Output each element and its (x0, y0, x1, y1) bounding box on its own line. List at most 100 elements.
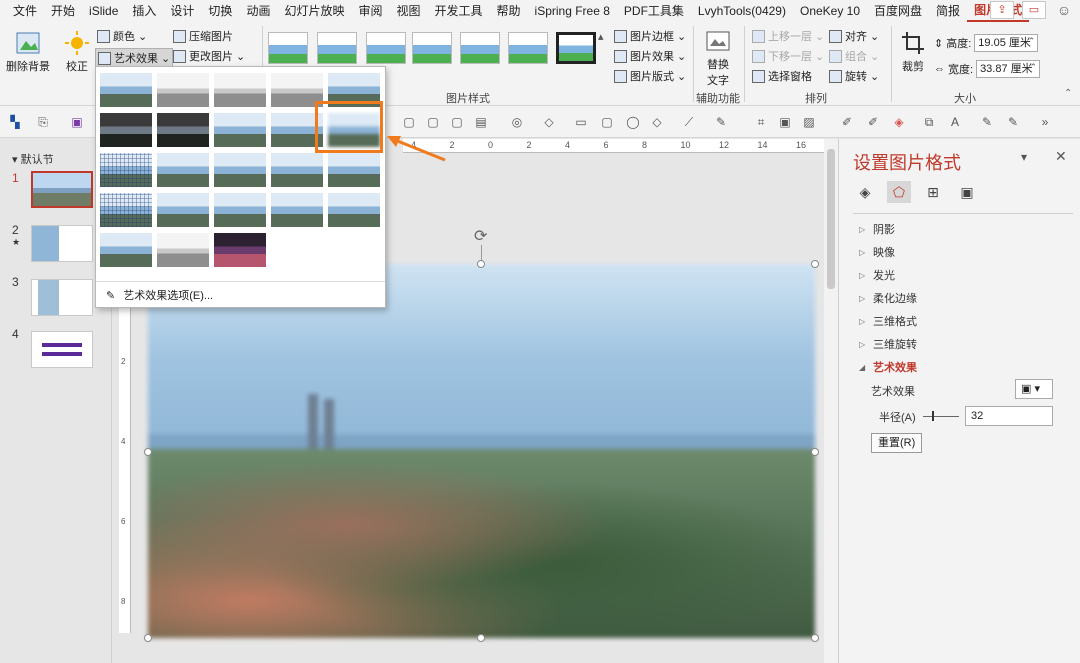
align-button[interactable]: 对齐 ⌄ (829, 28, 879, 44)
resize-handle-bottom-left[interactable] (144, 634, 152, 642)
feedback-smile-icon[interactable]: ☺ (1054, 1, 1074, 19)
size-properties-icon[interactable]: ⊞ (921, 181, 945, 203)
tab-14[interactable]: LvyhTools(0429) (691, 0, 793, 22)
scrollbar-thumb[interactable] (827, 149, 835, 289)
picture-style-7[interactable] (556, 32, 596, 64)
slide-thumbnail-4[interactable] (31, 331, 93, 368)
picture-style-4[interactable] (412, 32, 452, 64)
tab-2[interactable]: iSlide (82, 0, 125, 22)
resize-handle-bottom-right[interactable] (811, 634, 819, 642)
pane-options-icon[interactable]: ▾ (1021, 150, 1027, 164)
share-icon[interactable]: ⇪ (990, 1, 1014, 19)
vertical-scrollbar[interactable] (824, 139, 838, 663)
crop-tool-icon[interactable]: ⌗ (752, 113, 770, 131)
resize-handle-bottom[interactable] (477, 634, 485, 642)
group-button[interactable]: 组合 ⌄ (829, 48, 879, 64)
rotate-button[interactable]: 旋转 ⌄ (829, 68, 879, 84)
tab-4[interactable]: 设计 (163, 0, 201, 22)
artistic-effect-picker[interactable]: ▣ ▾ (1015, 379, 1053, 399)
effect-glow-edges[interactable] (214, 233, 266, 267)
arrange-icon-1[interactable]: ▢ (400, 113, 418, 131)
tab-13[interactable]: PDF工具集 (617, 0, 691, 22)
pen-icon[interactable]: ✎ (978, 113, 996, 131)
arrange-icon-3[interactable]: ▢ (448, 113, 466, 131)
tab-17[interactable]: 简报 (929, 0, 967, 22)
picture-style-6[interactable] (508, 32, 548, 64)
collapse-ribbon-icon[interactable]: ⌃ (1064, 88, 1072, 99)
picture-layout-button[interactable]: 图片版式 ⌄ (614, 68, 686, 84)
line-icon[interactable]: ⟋ (680, 113, 698, 131)
section-3d-format[interactable]: ▷ 三维格式 (859, 313, 917, 329)
resize-handle-left[interactable] (144, 448, 152, 456)
radius-slider[interactable] (923, 416, 959, 417)
picture-frame-icon[interactable]: ▨ (800, 113, 818, 131)
shapes-icon[interactable]: ◇ (648, 113, 666, 131)
width-input[interactable]: 33.87 厘米 (976, 59, 1041, 78)
tab-1[interactable]: 开始 (44, 0, 82, 22)
reset-button[interactable]: 重置(R) (871, 433, 923, 453)
tab-15[interactable]: OneKey 10 (793, 0, 867, 22)
section-artistic-effects[interactable]: ◢ 艺术效果 (859, 359, 917, 375)
tab-0[interactable]: 文件 (6, 0, 44, 22)
artistic-effects-options[interactable]: ✎ 艺术效果选项(E)... (106, 287, 213, 303)
effect-watercolor-sponge[interactable] (157, 233, 209, 267)
compress-button[interactable]: 压缩图片 (173, 28, 233, 44)
radius-slider-thumb[interactable] (932, 411, 934, 421)
picture-icon[interactable]: ▣ (955, 181, 979, 203)
tab-8[interactable]: 审阅 (351, 0, 389, 22)
slide-thumbnail-3[interactable] (31, 279, 93, 316)
resize-handle-top[interactable] (477, 260, 485, 268)
tab-16[interactable]: 百度网盘 (867, 0, 929, 22)
section-reflection[interactable]: ▷ 映像 (859, 244, 895, 260)
effect-paint-brush[interactable] (157, 153, 209, 187)
effect-film-grain[interactable] (271, 153, 323, 187)
theme-icon[interactable]: ▚ (6, 113, 24, 131)
fill-color-icon[interactable]: ◈ (890, 113, 908, 131)
arrange-icon-4[interactable]: ▤ (472, 113, 490, 131)
picture-style-5[interactable] (460, 32, 500, 64)
slide-thumbnail-1[interactable] (31, 171, 93, 208)
change-picture-button[interactable]: 更改图片 ⌄ (173, 48, 245, 64)
rectangle-icon[interactable]: ▭ (572, 113, 590, 131)
color-button[interactable]: 颜色 ⌄ (97, 28, 147, 44)
crop-button[interactable]: 裁剪 (898, 30, 928, 74)
effect-pencil-grayscale[interactable] (100, 113, 152, 147)
effects-icon[interactable]: ⬠ (887, 181, 911, 203)
effect-none[interactable] (100, 73, 152, 107)
paste-icon[interactable]: ⎘ (34, 113, 52, 131)
picture-style-2[interactable] (317, 32, 357, 64)
effect-line-drawing[interactable] (214, 73, 266, 107)
section-shadow[interactable]: ▷ 阴影 (859, 221, 895, 237)
radius-input[interactable]: 32 (965, 406, 1053, 426)
tab-5[interactable]: 切换 (201, 0, 239, 22)
slide-thumbnail-2[interactable] (31, 225, 93, 262)
textbox-icon[interactable]: ⧉ (920, 113, 938, 131)
save-icon[interactable]: ▣ (68, 113, 86, 131)
close-icon[interactable]: ✕ (1055, 148, 1067, 165)
effect-pastels-smooth[interactable] (328, 193, 380, 227)
section-glow[interactable]: ▷ 发光 (859, 267, 895, 283)
arrange-icon-2[interactable]: ▢ (424, 113, 442, 131)
font-color-icon[interactable]: A (946, 113, 964, 131)
height-input[interactable]: 19.05 厘米 (974, 33, 1039, 52)
eyedropper-2-icon[interactable]: ✐ (864, 113, 882, 131)
tab-12[interactable]: iSpring Free 8 (528, 0, 617, 22)
styles-scroll-icon[interactable]: ▴ (598, 30, 604, 43)
section-soft-edges[interactable]: ▷ 柔化边缘 (859, 290, 917, 306)
oval-icon[interactable]: ◯ (624, 113, 642, 131)
format-painter-icon[interactable]: ✎ (712, 113, 730, 131)
effect-cutout[interactable] (214, 113, 266, 147)
picture-style-1[interactable] (268, 32, 308, 64)
effect-mosaic-bubbles[interactable] (328, 153, 380, 187)
send-backward-button[interactable]: 下移一层 ⌄ (752, 48, 824, 64)
tab-10[interactable]: 开发工具 (428, 0, 490, 22)
effect-glow-diffused[interactable] (214, 153, 266, 187)
pen-2-icon[interactable]: ✎ (1004, 113, 1022, 131)
fill-line-icon[interactable]: ◈ (853, 181, 877, 203)
resize-handle-right[interactable] (811, 448, 819, 456)
tab-9[interactable]: 视图 (389, 0, 427, 22)
effect-plastic-wrap[interactable] (100, 233, 152, 267)
tab-3[interactable]: 插入 (125, 0, 163, 22)
picture-border-button[interactable]: 图片边框 ⌄ (614, 28, 686, 44)
bring-forward-button[interactable]: 上移一层 ⌄ (752, 28, 824, 44)
